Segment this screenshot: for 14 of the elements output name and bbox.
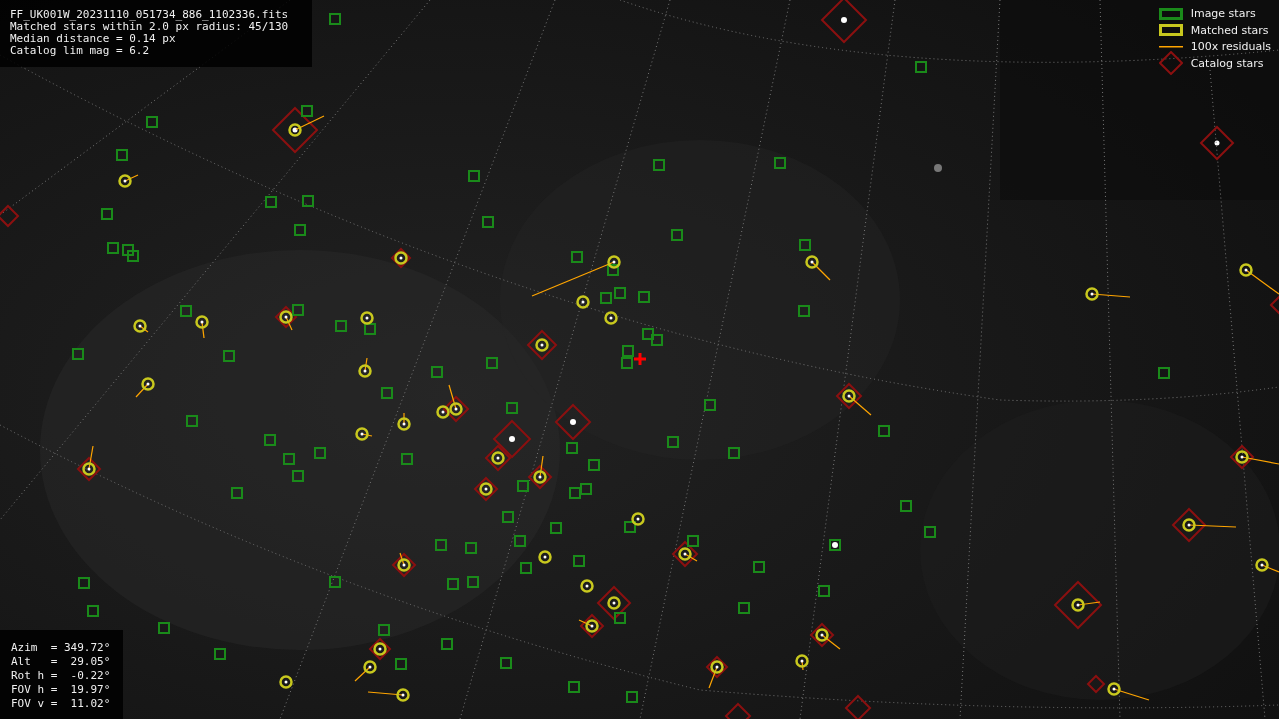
legend-label: Catalog stars <box>1190 56 1264 70</box>
legend-label: Image stars <box>1190 7 1256 21</box>
pointing-text: Alt = 29.05° <box>11 655 112 669</box>
pointing-text: FOV h = 19.97° <box>11 683 112 697</box>
info-text: Median distance = 0.14 px <box>10 33 177 45</box>
info-text: Catalog lim mag = 6.2 <box>10 45 151 57</box>
legend-label: 100x residuals <box>1190 40 1271 54</box>
pointing-text: FOV v = 11.02° <box>11 697 112 711</box>
pointing-text: Azim = 349.72° <box>11 641 112 655</box>
plus-icon <box>634 353 646 365</box>
info-text: FF_UK001W_20231110_051734_886_1102336.fits <box>10 9 290 21</box>
legend-label: Matched stars <box>1190 23 1269 37</box>
info-text: Matched stars within 2.0 px radius: 45/130 <box>10 21 290 33</box>
pointing-text: Rot h = -0.22° <box>11 669 112 683</box>
